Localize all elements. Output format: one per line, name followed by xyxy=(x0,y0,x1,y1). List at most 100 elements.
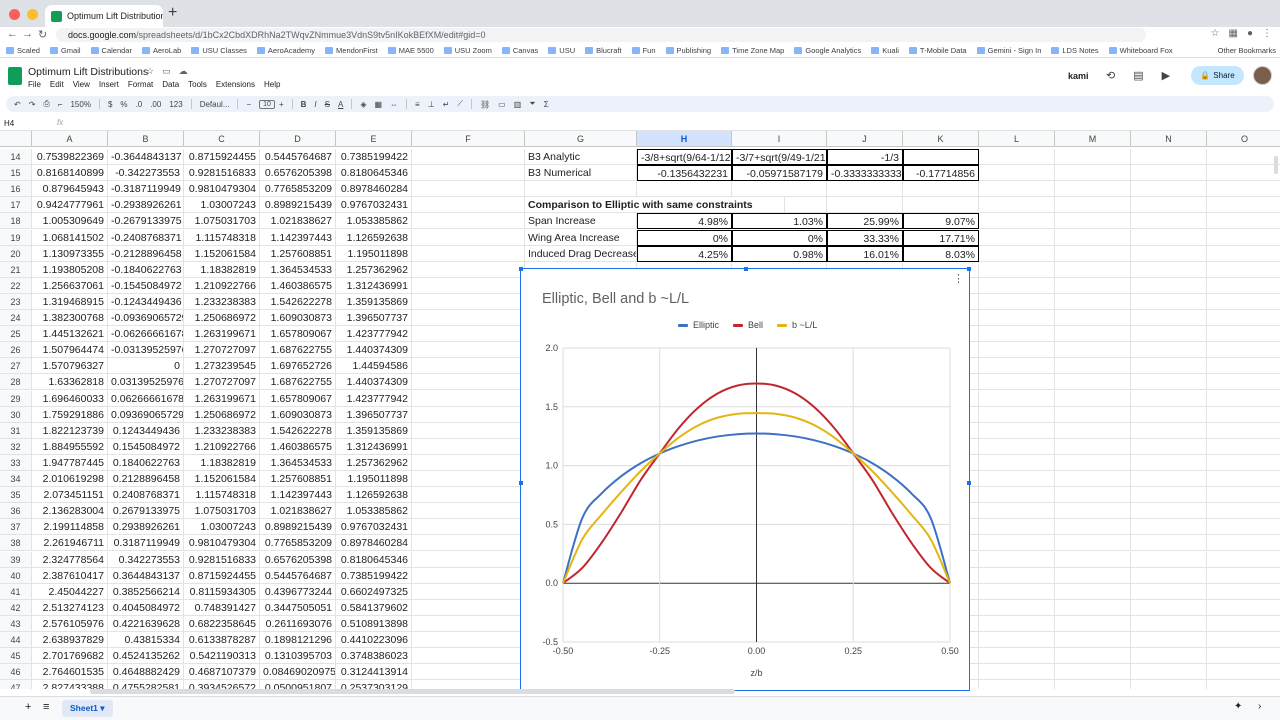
cell-d[interactable]: 1.257608851 xyxy=(260,471,336,487)
cell-f[interactable] xyxy=(412,567,525,584)
resize-handle[interactable] xyxy=(967,481,971,485)
cell-d[interactable]: 0.3447505051 xyxy=(260,599,336,616)
cell-a[interactable]: 1.193805208 xyxy=(32,261,108,278)
cell-a[interactable]: 2.576105976 xyxy=(32,615,108,632)
cell-b[interactable]: 0.2128896458 xyxy=(108,471,184,487)
cell-l[interactable] xyxy=(979,390,1055,407)
menu-view[interactable]: View xyxy=(73,80,90,89)
cell-d[interactable]: 1.364534533 xyxy=(260,261,336,278)
decrease-font-icon[interactable]: − xyxy=(246,100,251,109)
bookmark-item[interactable]: MAE 5500 xyxy=(387,46,434,55)
cell-n[interactable] xyxy=(1131,165,1207,182)
cell-o[interactable] xyxy=(1207,278,1280,294)
cell-b[interactable]: 0.43815334 xyxy=(108,632,184,648)
cell-j[interactable]: -1/3 xyxy=(827,149,903,165)
cell-e[interactable]: 1.053385862 xyxy=(336,503,412,520)
cell-m[interactable] xyxy=(1055,487,1131,504)
cell-n[interactable] xyxy=(1131,390,1207,407)
bookmark-item[interactable]: Publishing xyxy=(665,46,711,55)
cell-f[interactable] xyxy=(412,535,525,552)
cell-m[interactable] xyxy=(1055,664,1131,681)
cell-b[interactable]: 0.06266661678 xyxy=(108,390,184,407)
row-header[interactable]: 27 xyxy=(0,358,32,375)
cell-a[interactable]: 2.764601535 xyxy=(32,664,108,681)
column-header-j[interactable]: J xyxy=(827,131,903,147)
cell-b[interactable]: -0.342273553 xyxy=(108,165,184,182)
cell-e[interactable]: 0.7385199422 xyxy=(336,149,412,165)
cell-n[interactable] xyxy=(1131,487,1207,504)
minimize-window-button[interactable] xyxy=(27,9,38,20)
cell-a[interactable]: 1.947787445 xyxy=(32,454,108,471)
cell-h[interactable]: 4.25% xyxy=(637,245,732,262)
row-header[interactable]: 19 xyxy=(0,229,32,246)
zoom-select[interactable]: 150% xyxy=(70,100,90,109)
cell-b[interactable]: 0.09369065729 xyxy=(108,406,184,423)
cell-b[interactable]: 0 xyxy=(108,358,184,375)
cell-c[interactable]: 1.18382819 xyxy=(184,261,260,278)
bookmark-item[interactable]: USU Classes xyxy=(191,46,247,55)
cell-c[interactable]: 1.263199671 xyxy=(184,390,260,407)
cell-n[interactable] xyxy=(1131,326,1207,343)
cell-l[interactable] xyxy=(979,551,1055,568)
cell-n[interactable] xyxy=(1131,503,1207,520)
cell-l[interactable] xyxy=(979,438,1055,455)
cell-d[interactable]: 0.5445764687 xyxy=(260,149,336,165)
cell-o[interactable] xyxy=(1207,519,1280,536)
cell-b[interactable]: 0.342273553 xyxy=(108,551,184,568)
row-header[interactable]: 29 xyxy=(0,390,32,407)
cell-l[interactable] xyxy=(979,374,1055,391)
row-header[interactable]: 30 xyxy=(0,406,32,423)
cell-o[interactable] xyxy=(1207,213,1280,230)
cell-o[interactable] xyxy=(1207,423,1280,439)
cell-b[interactable]: -0.1840622763 xyxy=(108,261,184,278)
cell-n[interactable] xyxy=(1131,454,1207,471)
cell-h[interactable] xyxy=(637,181,732,198)
cell-a[interactable]: 0.7539822369 xyxy=(32,149,108,165)
horizontal-scrollbar[interactable] xyxy=(90,689,735,694)
cell-c[interactable]: 0.8715924455 xyxy=(184,567,260,584)
menu-file[interactable]: File xyxy=(28,80,41,89)
cell-l[interactable] xyxy=(979,648,1055,665)
text-color-icon[interactable]: A xyxy=(338,100,343,109)
cell-m[interactable] xyxy=(1055,583,1131,600)
bookmark-item[interactable]: Whiteboard Fox xyxy=(1108,46,1173,55)
column-header-l[interactable]: L xyxy=(979,131,1055,147)
cell-f[interactable] xyxy=(412,583,525,600)
cell-b[interactable]: -0.2938926261 xyxy=(108,197,184,214)
cell-f[interactable] xyxy=(412,648,525,665)
cell-n[interactable] xyxy=(1131,342,1207,359)
cell-n[interactable] xyxy=(1131,438,1207,455)
cell-e[interactable]: 0.8180645346 xyxy=(336,165,412,182)
cell-b[interactable]: -0.2408768371 xyxy=(108,229,184,246)
cell-l[interactable] xyxy=(979,680,1055,689)
cell-e[interactable]: 1.053385862 xyxy=(336,213,412,230)
cell-a[interactable]: 2.513274123 xyxy=(32,599,108,616)
cell-o[interactable] xyxy=(1207,391,1280,407)
cell-f[interactable] xyxy=(412,487,525,504)
cell-e[interactable]: 1.396507737 xyxy=(336,310,412,326)
cell-c[interactable]: 0.5421190313 xyxy=(184,648,260,665)
bookmark-item[interactable]: AeroLab xyxy=(141,46,181,55)
cell-c[interactable]: 1.03007243 xyxy=(184,197,260,214)
row-header[interactable]: 31 xyxy=(0,422,32,439)
cell-e[interactable]: 1.440374309 xyxy=(336,374,412,391)
cell-f[interactable] xyxy=(412,632,525,648)
cell-l[interactable] xyxy=(979,165,1055,182)
cell-d[interactable]: 1.460386575 xyxy=(260,277,336,294)
cell-o[interactable] xyxy=(1207,326,1280,343)
row-header[interactable]: 28 xyxy=(0,374,32,391)
cell-g[interactable] xyxy=(525,181,637,198)
cell-m[interactable] xyxy=(1055,471,1131,487)
cell-l[interactable] xyxy=(979,615,1055,632)
bookmark-item[interactable]: MendonFirst xyxy=(325,46,378,55)
cell-e[interactable]: 1.257362962 xyxy=(336,454,412,471)
cell-f[interactable] xyxy=(412,149,525,165)
cell-e[interactable]: 0.3124413914 xyxy=(336,664,412,681)
cell-k[interactable]: 9.07% xyxy=(903,213,979,230)
cell-f[interactable] xyxy=(412,422,525,439)
cell-a[interactable]: 0.879645943 xyxy=(32,181,108,198)
resize-handle[interactable] xyxy=(744,267,748,271)
cell-d[interactable]: 1.657809067 xyxy=(260,390,336,407)
cell-g[interactable]: Wing Area Increase xyxy=(525,229,637,246)
cell-d[interactable]: 0.2611693076 xyxy=(260,615,336,632)
